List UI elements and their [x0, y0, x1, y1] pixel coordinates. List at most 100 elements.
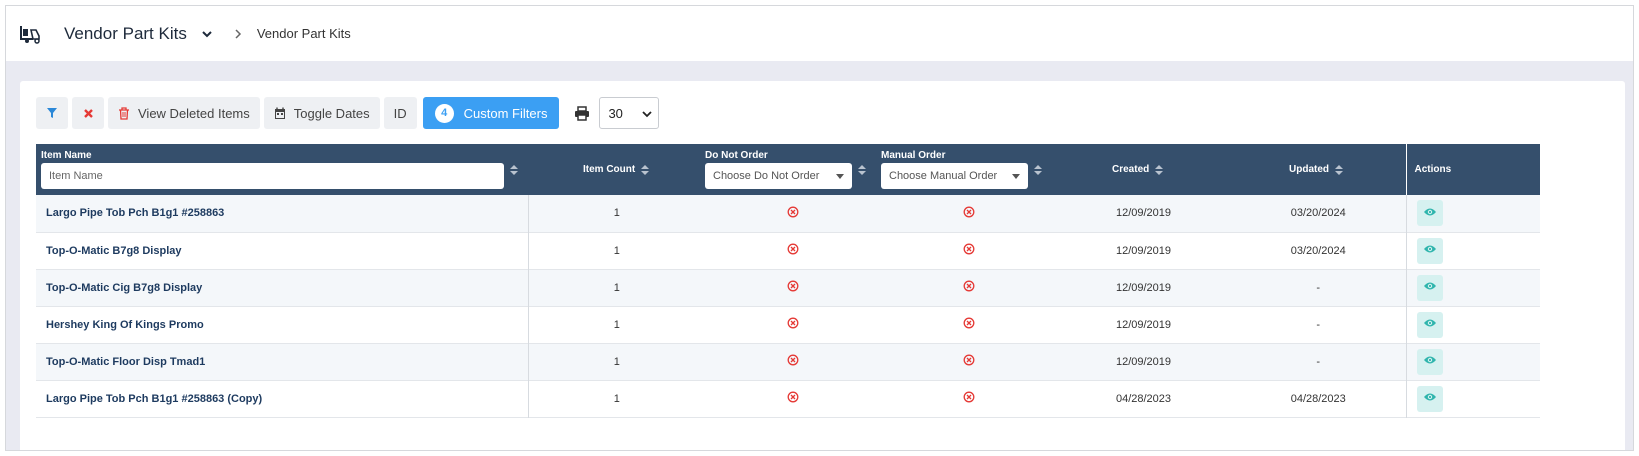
- x-circle-icon: [963, 354, 975, 366]
- close-icon: [83, 108, 94, 119]
- sort-icon[interactable]: [1034, 164, 1042, 175]
- table-body: Largo Pipe Tob Pch B1g1 #258863 1 12/09/…: [36, 195, 1540, 417]
- item-name-cell[interactable]: Top-O-Matic B7g8 Display: [36, 232, 529, 269]
- x-circle-icon: [787, 280, 799, 292]
- sort-icon[interactable]: [510, 164, 518, 175]
- view-button[interactable]: [1416, 200, 1443, 227]
- page-header: Vendor Part Kits Vendor Part Kits: [6, 6, 1633, 61]
- item-count-cell: 1: [613, 392, 620, 405]
- manual-order-cell: [881, 306, 1056, 343]
- created-cell: 12/09/2019: [1115, 355, 1172, 368]
- sort-icon[interactable]: [641, 164, 650, 175]
- item-name-filter-input[interactable]: Item Name: [41, 163, 504, 189]
- x-circle-icon: [787, 243, 799, 255]
- breadcrumb: Vendor Part Kits: [256, 26, 351, 41]
- custom-filters-button[interactable]: 4 Custom Filters: [422, 97, 560, 129]
- created-cell: 04/28/2023: [1115, 392, 1172, 405]
- eye-icon: [1423, 392, 1437, 405]
- item-count-cell: 1: [613, 207, 620, 220]
- print-icon[interactable]: [571, 102, 593, 124]
- item-count-header[interactable]: Item Count: [528, 144, 705, 195]
- item-name-cell[interactable]: Largo Pipe Tob Pch B1g1 #258863: [36, 195, 529, 232]
- sort-icon[interactable]: [858, 164, 866, 175]
- filter-button[interactable]: [36, 97, 68, 129]
- updated-cell: -: [1316, 318, 1321, 331]
- updated-cell: 03/20/2024: [1290, 244, 1346, 257]
- view-button[interactable]: [1416, 385, 1443, 412]
- eye-icon: [1423, 281, 1437, 294]
- content-card: View Deleted Items Toggle Dates ID 4 Cus…: [20, 81, 1625, 450]
- x-circle-icon: [787, 206, 799, 218]
- manual-order-cell: [881, 232, 1056, 269]
- manual-order-cell: [881, 195, 1056, 232]
- table-row[interactable]: Hershey King Of Kings Promo 1 12/09/2019…: [36, 306, 1540, 343]
- filter-icon: [46, 107, 58, 119]
- table-row[interactable]: Top-O-Matic Floor Disp Tmad1 1 12/09/201…: [36, 343, 1540, 380]
- updated-header[interactable]: Updated: [1231, 144, 1406, 195]
- id-button[interactable]: ID: [383, 97, 417, 129]
- do-not-order-header: Do Not Order Choose Do Not Order: [705, 144, 881, 195]
- toggle-dates-button[interactable]: Toggle Dates: [263, 97, 380, 129]
- do-not-order-filter-placeholder: Choose Do Not Order: [713, 170, 820, 182]
- x-circle-icon: [963, 391, 975, 403]
- actions-header: Actions: [1405, 144, 1540, 195]
- view-button[interactable]: [1416, 274, 1443, 301]
- actions-cell: [1405, 343, 1540, 380]
- chevron-down-icon[interactable]: [199, 26, 215, 42]
- item-name-cell[interactable]: Hershey King Of Kings Promo: [36, 306, 529, 343]
- chevron-down-icon: [642, 106, 653, 121]
- table-row[interactable]: Top-O-Matic B7g8 Display 1 12/09/2019 03…: [36, 232, 1540, 269]
- do-not-order-cell: [705, 380, 881, 417]
- caret-down-icon: [1012, 173, 1020, 179]
- view-button[interactable]: [1416, 348, 1443, 375]
- updated-header-label: Updated: [1289, 164, 1329, 175]
- do-not-order-cell: [705, 306, 881, 343]
- view-deleted-items-label: View Deleted Items: [138, 105, 250, 121]
- do-not-order-cell: [705, 343, 881, 380]
- updated-cell: -: [1316, 355, 1321, 368]
- created-header-label: Created: [1112, 164, 1150, 175]
- vendor-part-kits-table: Item Name Item Name Item Count Do Not Or…: [36, 144, 1540, 418]
- eye-icon: [1423, 355, 1437, 368]
- app-window: Vendor Part Kits Vendor Part Kits View D…: [5, 5, 1634, 451]
- view-button[interactable]: [1416, 237, 1443, 264]
- item-count-cell: 1: [613, 244, 620, 257]
- table-header-row: Item Name Item Name Item Count Do Not Or…: [36, 144, 1540, 195]
- item-count-header-label: Item Count: [583, 164, 636, 175]
- toggle-dates-label: Toggle Dates: [293, 105, 370, 121]
- x-circle-icon: [963, 243, 975, 255]
- view-deleted-items-button[interactable]: View Deleted Items: [108, 97, 260, 129]
- table-row[interactable]: Top-O-Matic Cig B7g8 Display 1 12/09/201…: [36, 269, 1540, 306]
- item-name-filter-placeholder: Item Name: [49, 170, 103, 182]
- manual-order-header: Manual Order Choose Manual Order: [881, 144, 1056, 195]
- item-name-header: Item Name Item Name: [36, 144, 528, 195]
- table-row[interactable]: Largo Pipe Tob Pch B1g1 #258863 (Copy) 1…: [36, 380, 1540, 417]
- do-not-order-filter-select[interactable]: Choose Do Not Order: [705, 163, 852, 189]
- calendar-icon: [274, 107, 286, 120]
- item-name-cell[interactable]: Top-O-Matic Cig B7g8 Display: [36, 269, 529, 306]
- chevron-right-icon: [231, 27, 245, 41]
- item-count-cell: 1: [613, 318, 620, 331]
- view-button[interactable]: [1416, 311, 1443, 338]
- clear-filters-button[interactable]: [72, 97, 104, 129]
- created-header[interactable]: Created: [1056, 144, 1231, 195]
- x-circle-icon: [787, 317, 799, 329]
- x-circle-icon: [963, 206, 975, 218]
- id-label: ID: [393, 105, 407, 121]
- x-circle-icon: [787, 354, 799, 366]
- page-size-select[interactable]: 30: [599, 97, 660, 129]
- manual-order-cell: [881, 269, 1056, 306]
- manual-order-cell: [881, 380, 1056, 417]
- created-cell: 12/09/2019: [1115, 281, 1172, 294]
- trash-icon: [118, 106, 130, 120]
- sort-icon[interactable]: [1335, 164, 1343, 175]
- created-cell: 12/09/2019: [1115, 318, 1172, 331]
- item-name-cell[interactable]: Largo Pipe Tob Pch B1g1 #258863 (Copy): [36, 380, 529, 417]
- do-not-order-cell: [705, 232, 881, 269]
- table-row[interactable]: Largo Pipe Tob Pch B1g1 #258863 1 12/09/…: [36, 195, 1540, 232]
- manual-order-filter-select[interactable]: Choose Manual Order: [881, 163, 1028, 189]
- item-count-cell: 1: [613, 281, 620, 294]
- item-name-cell[interactable]: Top-O-Matic Floor Disp Tmad1: [36, 343, 529, 380]
- x-circle-icon: [963, 317, 975, 329]
- sort-icon[interactable]: [1155, 164, 1164, 175]
